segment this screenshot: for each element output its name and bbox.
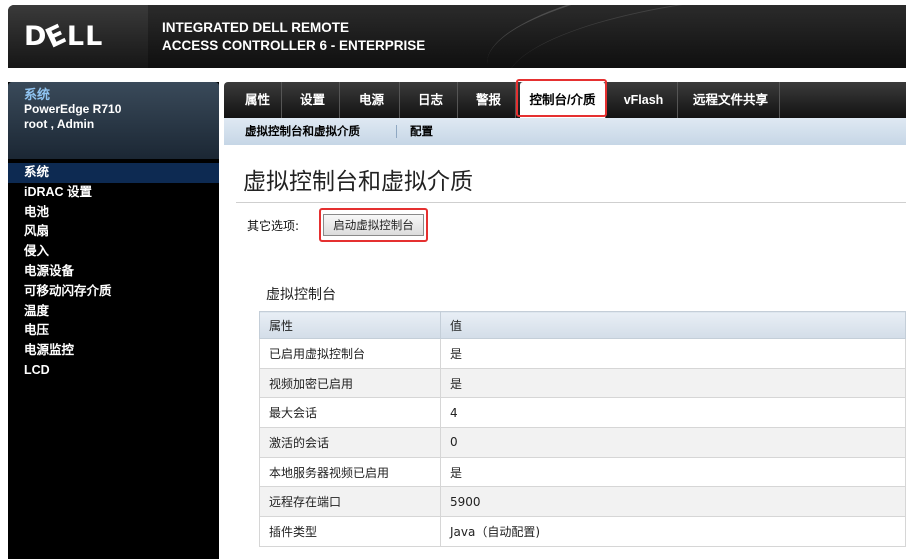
sub-tabbar: 虚拟控制台和虚拟介质 配置	[224, 118, 906, 145]
property-value: 是	[440, 338, 906, 369]
product-title-line1: INTEGRATED DELL REMOTE	[162, 20, 350, 35]
tab-alerts[interactable]: 警报	[462, 82, 516, 118]
left-sidebar: 系统 PowerEdge R710 root , Admin 系统 iDRAC …	[8, 82, 219, 559]
property-value: Java（自动配置)	[440, 516, 906, 547]
column-header-value: 值	[440, 311, 906, 339]
other-options-label: 其它选项:	[247, 219, 300, 233]
logo-area: DELL	[8, 5, 148, 68]
launch-virtual-console-button[interactable]: 启动虚拟控制台	[323, 214, 424, 236]
system-title[interactable]: 系统	[24, 88, 219, 102]
sidebar-item-idrac-settings[interactable]: iDRAC 设置	[8, 183, 219, 203]
table-row: 激活的会话 0	[259, 427, 906, 458]
sidebar-item-lcd[interactable]: LCD	[8, 361, 219, 381]
property-name: 本地服务器视频已启用	[259, 456, 441, 488]
system-summary: 系统 PowerEdge R710 root , Admin	[8, 82, 219, 159]
dell-logo: DELL	[24, 18, 104, 55]
sidebar-item-power-monitoring[interactable]: 电源监控	[8, 341, 219, 361]
main-tabbar: 属性 设置 电源 日志 警报 控制台/介质 vFlash 远程文件共享	[224, 82, 906, 118]
sidebar-item-battery[interactable]: 电池	[8, 203, 219, 223]
subtab-divider	[396, 125, 397, 138]
table-row: 最大会话 4	[259, 397, 906, 429]
table-row: 本地服务器视频已启用 是	[259, 456, 906, 488]
app-header: DELL INTEGRATED DELL REMOTE ACCESS CONTR…	[8, 5, 906, 68]
property-value: 0	[440, 427, 906, 458]
tab-power[interactable]: 电源	[344, 82, 400, 118]
product-title-line2: ACCESS CONTROLLER 6 - ENTERPRISE	[162, 38, 426, 53]
tab-console-media[interactable]: 控制台/介质	[520, 82, 606, 118]
section-title: 虚拟控制台	[266, 287, 336, 303]
property-name: 插件类型	[259, 516, 441, 547]
tab-setup[interactable]: 设置	[286, 82, 340, 118]
tab-properties[interactable]: 属性	[234, 82, 282, 118]
property-value: 5900	[440, 486, 906, 518]
virtual-console-properties-table: 属性 值 已启用虚拟控制台 是 视频加密已启用 是 最大会话 4 激活的会话 0…	[259, 311, 906, 547]
page-title: 虚拟控制台和虚拟介质	[243, 169, 473, 195]
table-header-row: 属性 值	[259, 311, 906, 339]
property-name: 远程存在端口	[259, 486, 441, 518]
sidebar-item-power-supplies[interactable]: 电源设备	[8, 262, 219, 282]
property-value: 是	[440, 456, 906, 488]
sidebar-item-fans[interactable]: 风扇	[8, 222, 219, 242]
sidebar-item-temperature[interactable]: 温度	[8, 302, 219, 322]
table-row: 已启用虚拟控制台 是	[259, 338, 906, 369]
tab-vflash[interactable]: vFlash	[610, 82, 678, 118]
table-row: 插件类型 Java（自动配置)	[259, 516, 906, 547]
sidebar-item-system[interactable]: 系统	[8, 163, 219, 183]
column-header-property: 属性	[259, 311, 441, 339]
logged-in-user: root , Admin	[24, 117, 95, 131]
title-divider	[236, 202, 906, 203]
property-value: 是	[440, 367, 906, 399]
property-name: 视频加密已启用	[259, 367, 441, 399]
property-value: 4	[440, 397, 906, 429]
property-name: 激活的会话	[259, 427, 441, 458]
subtab-console-media[interactable]: 虚拟控制台和虚拟介质	[245, 118, 360, 145]
property-name: 最大会话	[259, 397, 441, 429]
sidebar-item-removable-flash[interactable]: 可移动闪存介质	[8, 282, 219, 302]
system-model: PowerEdge R710	[24, 102, 122, 116]
tab-logs[interactable]: 日志	[404, 82, 458, 118]
sidebar-item-intrusion[interactable]: 侵入	[8, 242, 219, 262]
product-title: INTEGRATED DELL REMOTE ACCESS CONTROLLER…	[162, 19, 425, 55]
sidebar-nav: 系统 iDRAC 设置 电池 风扇 侵入 电源设备 可移动闪存介质 温度 电压 …	[8, 163, 219, 381]
subtab-configuration[interactable]: 配置	[410, 118, 433, 145]
table-row: 视频加密已启用 是	[259, 367, 906, 399]
tab-remote-file-share[interactable]: 远程文件共享	[682, 82, 780, 118]
sidebar-item-voltage[interactable]: 电压	[8, 321, 219, 341]
property-name: 已启用虚拟控制台	[259, 338, 441, 369]
table-row: 远程存在端口 5900	[259, 486, 906, 518]
